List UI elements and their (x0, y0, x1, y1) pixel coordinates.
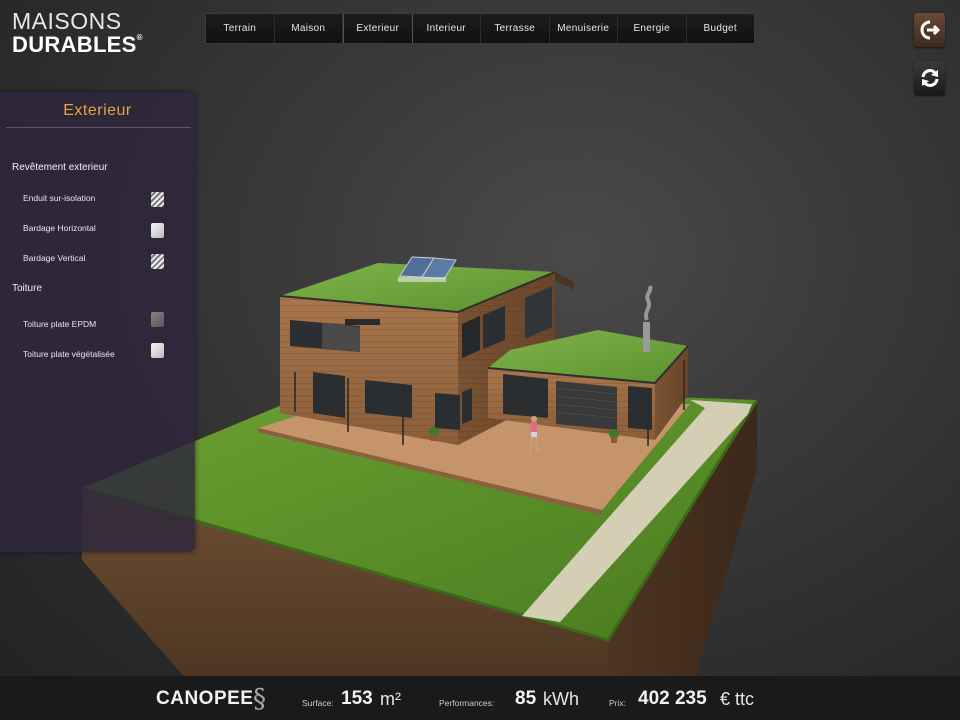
panel-divider (6, 127, 191, 128)
tab-interieur[interactable]: Interieur (413, 14, 481, 43)
price-unit: € ttc (720, 689, 755, 709)
option-bardage-vertical-swatch[interactable] (151, 254, 164, 269)
price-value: 402 235 (638, 688, 707, 709)
option-toiture-epdm-label[interactable]: Toiture plate EPDM (23, 319, 96, 329)
surface-unit: m² (380, 689, 401, 709)
tab-terrasse[interactable]: Terrasse (481, 14, 550, 43)
options-panel: Exterieur Revêtement exterieur Enduit su… (0, 92, 195, 552)
S-logo-icon: § (253, 684, 266, 714)
option-bardage-vertical-label[interactable]: Bardage Vertical (23, 253, 85, 263)
performance-value: 85 (515, 688, 537, 709)
surface-label: Surface: (302, 698, 334, 708)
option-bardage-horizontal-label[interactable]: Bardage Horizontal (23, 223, 96, 233)
tab-exterieur[interactable]: Exterieur (343, 14, 413, 43)
option-toiture-vegetalisee-label[interactable]: Toiture plate végétalisée (23, 349, 115, 359)
performance-label: Performances: (439, 698, 495, 708)
logo-line1: MAISONS (12, 8, 122, 34)
brand-logo: MAISONS DURABLES® (12, 10, 143, 56)
refresh-icon (921, 69, 938, 87)
exit-icon (920, 20, 940, 40)
section-revetement: Revêtement exterieur (12, 162, 108, 173)
option-bardage-horizontal-swatch[interactable] (151, 223, 164, 238)
surface-value: 153 (341, 688, 373, 709)
summary-bar: CANOPEE § Surface: 153 m² Performances: … (0, 676, 960, 720)
tab-maison[interactable]: Maison (275, 14, 343, 43)
chimney (643, 322, 650, 352)
tab-energie[interactable]: Energie (618, 14, 687, 43)
registered-mark: ® (136, 33, 143, 42)
performance-unit: kWh (543, 689, 579, 709)
logo-line2: DURABLES (12, 32, 137, 57)
option-toiture-vegetalisee-swatch[interactable] (151, 343, 164, 358)
tab-budget[interactable]: Budget (687, 14, 755, 43)
price-label: Prix: (609, 698, 626, 708)
tab-menuiserie[interactable]: Menuiserie (550, 14, 618, 43)
tab-terrain[interactable]: Terrain (206, 14, 275, 43)
option-toiture-epdm-swatch[interactable] (151, 312, 164, 327)
main-nav: Terrain Maison Exterieur Interieur Terra… (205, 13, 755, 44)
section-toiture: Toiture (12, 283, 43, 294)
model-name: CANOPEE (156, 688, 254, 709)
option-enduit-label[interactable]: Enduit sur-isolation (23, 193, 95, 203)
panel-title: Exterieur (63, 102, 132, 119)
exit-button[interactable] (914, 13, 945, 47)
option-enduit-swatch[interactable] (151, 192, 164, 207)
refresh-button[interactable] (914, 61, 945, 95)
